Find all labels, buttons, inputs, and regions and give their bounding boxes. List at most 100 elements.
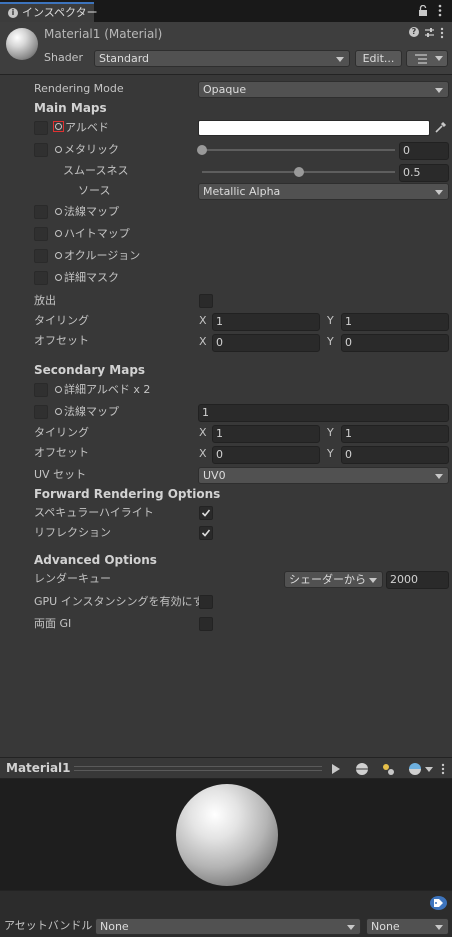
- detail-mask-texture-slot[interactable]: [34, 271, 48, 285]
- secondary-offset-y-label: Y: [327, 447, 334, 460]
- gpu-instancing-checkbox[interactable]: [199, 595, 213, 609]
- preview-header: Material1: [0, 757, 452, 779]
- metallic-value-field[interactable]: 0: [399, 142, 449, 160]
- main-tiling-y-field[interactable]: 1: [341, 313, 449, 331]
- source-value: Metallic Alpha: [203, 185, 281, 198]
- secondary-tiling-y-label: Y: [327, 426, 334, 439]
- main-tiling-x-field[interactable]: 1: [212, 313, 320, 331]
- reflections-checkbox[interactable]: [199, 526, 213, 540]
- emission-checkbox[interactable]: [199, 294, 213, 308]
- main-tiling-y-value: 1: [345, 315, 352, 328]
- albedo-text: アルベド: [65, 121, 109, 134]
- albedo-texture-slot[interactable]: [34, 121, 48, 135]
- metallic-slider-knob[interactable]: [197, 145, 207, 155]
- smoothness-value-field[interactable]: 0.5: [399, 164, 449, 182]
- asset-bundle-variant-dropdown[interactable]: None: [366, 918, 449, 935]
- advanced-title: Advanced Options: [34, 553, 157, 567]
- source-dropdown[interactable]: Metallic Alpha: [198, 183, 449, 200]
- metallic-text: メタリック: [64, 143, 119, 156]
- secondary-offset-label: オフセット: [34, 446, 89, 459]
- main-offset-y-field[interactable]: 0: [341, 334, 449, 352]
- render-queue-label: レンダーキュー: [34, 572, 111, 585]
- edit-label: Edit...: [362, 52, 395, 65]
- double-sided-gi-checkbox[interactable]: [199, 617, 213, 631]
- tab-inspector[interactable]: i インスペクター: [0, 2, 98, 22]
- render-queue-dropdown[interactable]: シェーダーから: [284, 571, 383, 588]
- texture-dot-icon: [55, 146, 62, 153]
- double-sided-gi-label: 両面 GI: [34, 617, 72, 630]
- specular-label: スペキュラーハイライト: [34, 506, 154, 519]
- albedo-highlight: [53, 121, 64, 132]
- light-icon[interactable]: [381, 762, 395, 779]
- asset-bundle-bar: アセットバンドル None None: [0, 890, 452, 937]
- height-map-texture-slot[interactable]: [34, 227, 48, 241]
- secondary-normal-label: 法線マップ: [55, 405, 119, 419]
- normal-map-texture-slot[interactable]: [34, 205, 48, 219]
- header-menu-icon[interactable]: [440, 27, 444, 42]
- tab-title: インスペクター: [22, 6, 98, 19]
- secondary-offset-y-field[interactable]: 0: [341, 446, 449, 464]
- main-tiling-label: タイリング: [34, 314, 89, 327]
- tab-bar: i インスペクター: [0, 0, 452, 22]
- normal-map-label: 法線マップ: [55, 205, 119, 219]
- occlusion-label: オクルージョン: [55, 249, 140, 263]
- preview-menu-icon[interactable]: [441, 763, 445, 778]
- lock-icon[interactable]: [418, 4, 428, 20]
- render-queue-mode: シェーダーから: [289, 573, 366, 586]
- secondary-tiling-y-field[interactable]: 1: [341, 425, 449, 443]
- chevron-down-icon[interactable]: [425, 767, 433, 772]
- texture-dot-icon: [55, 123, 62, 130]
- source-label: ソース: [78, 184, 111, 197]
- sphere-shape-icon[interactable]: [356, 763, 368, 775]
- render-queue-value-field[interactable]: 2000: [386, 571, 449, 589]
- chevron-down-icon: [435, 56, 443, 61]
- chevron-down-icon: [435, 88, 443, 93]
- asset-bundle-variant: None: [371, 920, 400, 933]
- reflections-label: リフレクション: [34, 526, 111, 539]
- edit-button[interactable]: Edit...: [355, 50, 402, 67]
- tab-menu-icon[interactable]: [438, 4, 442, 20]
- secondary-maps-title: Secondary Maps: [34, 363, 146, 377]
- rendering-mode-dropdown[interactable]: Opaque: [198, 81, 449, 98]
- main-maps-title: Main Maps: [34, 101, 107, 115]
- secondary-offset-x-field[interactable]: 0: [212, 446, 320, 464]
- metallic-texture-slot[interactable]: [34, 143, 48, 157]
- preset-icon[interactable]: [424, 27, 435, 41]
- main-offset-label: オフセット: [34, 334, 89, 347]
- preview-area[interactable]: [0, 779, 452, 890]
- metallic-slider-track[interactable]: [202, 149, 395, 151]
- main-offset-x-field[interactable]: 0: [212, 334, 320, 352]
- specular-checkbox[interactable]: [199, 506, 213, 520]
- chevron-down-icon: [435, 474, 443, 479]
- smoothness-value: 0.5: [403, 166, 421, 179]
- secondary-tiling-x-field[interactable]: 1: [212, 425, 320, 443]
- occlusion-texture-slot[interactable]: [34, 249, 48, 263]
- chevron-down-icon: [435, 190, 443, 195]
- albedo-color-field[interactable]: [198, 120, 430, 136]
- uv-set-value: UV0: [203, 469, 226, 482]
- main-tiling-x-value: 1: [216, 315, 223, 328]
- main-offset-x-value: 0: [216, 336, 223, 349]
- texture-dot-icon: [55, 386, 62, 393]
- secondary-normal-text: 法線マップ: [64, 405, 119, 418]
- shader-options-button[interactable]: [406, 50, 448, 67]
- smoothness-slider-knob[interactable]: [293, 167, 304, 177]
- rendering-mode-label: Rendering Mode: [34, 82, 124, 95]
- chevron-down-icon: [347, 925, 355, 930]
- secondary-normal-value-field[interactable]: 1: [198, 404, 449, 422]
- uv-set-dropdown[interactable]: UV0: [198, 467, 449, 484]
- material-header: Material1 (Material) ? Shader Standard E…: [0, 22, 452, 75]
- help-icon[interactable]: ?: [409, 27, 419, 37]
- metallic-value: 0: [403, 144, 410, 157]
- secondary-tiling-x-label: X: [199, 426, 207, 439]
- preview-resize-handle[interactable]: [74, 766, 322, 771]
- shader-dropdown[interactable]: Standard: [94, 50, 350, 67]
- eyedropper-icon[interactable]: [435, 121, 447, 136]
- secondary-normal-texture-slot[interactable]: [34, 405, 48, 419]
- play-icon[interactable]: [332, 764, 340, 774]
- asset-bundle-name-dropdown[interactable]: None: [95, 918, 361, 935]
- checkmark-icon: [201, 529, 211, 537]
- emission-label: 放出: [34, 294, 56, 307]
- detail-albedo-texture-slot[interactable]: [34, 383, 48, 397]
- skybox-sphere-icon[interactable]: [409, 763, 421, 775]
